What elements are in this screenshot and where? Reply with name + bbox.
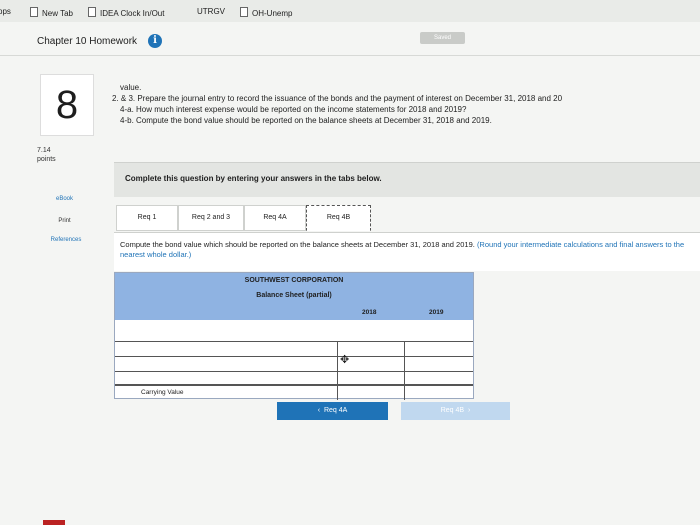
prev-label: Req 4A (323, 407, 348, 414)
bookmark-new-tab[interactable]: New Tab (30, 7, 73, 18)
bookmark-apps[interactable]: pps (0, 7, 11, 16)
prompt-line: 4-b. Compute the bond value should be re… (120, 116, 492, 125)
carrying-value-row: Carrying Value (115, 384, 473, 400)
tab-req-4a[interactable]: Req 4A (244, 205, 306, 231)
ebook-button[interactable]: eBook (42, 196, 87, 202)
question-prompt: value. 2. & 3. Prepare the journal entry… (112, 82, 700, 126)
bookmark-label: New Tab (42, 9, 73, 18)
company-name: SOUTHWEST CORPORATION (244, 277, 344, 284)
assignment-page: Chapter 10 Homework i Saved 8 value. 2. … (0, 22, 700, 525)
info-icon[interactable]: i (148, 34, 162, 48)
saved-badge: Saved (420, 32, 465, 44)
carrying-2019-input[interactable] (404, 386, 474, 400)
next-label: Req 4B (440, 407, 465, 414)
points-label: points (37, 156, 56, 163)
carrying-2018-input[interactable] (337, 386, 405, 400)
prev-req-button[interactable]: ‹ Req 4A (277, 402, 388, 420)
banner-text: Complete this question by entering your … (125, 174, 382, 183)
year-2019-header: 2019 (429, 309, 444, 316)
statement-subtitle: Balance Sheet (partial) (256, 292, 332, 299)
bookmark-idea-clock[interactable]: IDEA Clock In/Out (88, 7, 164, 18)
carrying-value-label: Carrying Value (141, 389, 184, 396)
instructions-banner: Complete this question by entering your … (114, 162, 700, 197)
table-row (115, 341, 473, 356)
row-label-input[interactable] (115, 342, 337, 356)
tab-bar: Req 1 Req 2 and 3 Req 4A Req 4B (114, 205, 700, 231)
balance-sheet-table: SOUTHWEST CORPORATION Balance Sheet (par… (114, 272, 474, 400)
requirement-instructions: Compute the bond value which should be r… (114, 232, 700, 271)
print-button[interactable]: Print (42, 218, 87, 224)
value-2019-input[interactable] (404, 357, 474, 371)
table-row (115, 356, 473, 371)
bookmark-label: IDEA Clock In/Out (100, 9, 165, 18)
prompt-line: value. (120, 83, 142, 92)
year-2018-header: 2018 (362, 309, 377, 316)
row-label-input[interactable] (115, 357, 337, 371)
mouse-cursor-icon: ✥ (340, 354, 350, 366)
references-button[interactable]: References (44, 237, 88, 243)
bookmark-oh-unemp[interactable]: OH-Unemp (240, 7, 292, 18)
page-icon (88, 7, 96, 17)
bookmark-label: OH-Unemp (252, 9, 293, 18)
tab-req-1[interactable]: Req 1 (116, 205, 178, 231)
instruction-main: Compute the bond value which should be r… (120, 240, 475, 249)
question-number: 8 (40, 74, 94, 136)
bookmarks-bar: pps New Tab IDEA Clock In/Out UTRGV OH-U… (0, 0, 700, 23)
page-icon (240, 7, 248, 17)
balance-sheet-header: SOUTHWEST CORPORATION Balance Sheet (par… (115, 273, 473, 320)
next-req-button[interactable]: Req 4B › (401, 402, 510, 420)
instruction-text: Compute the bond value which should be r… (120, 240, 690, 260)
tab-req-4b[interactable]: Req 4B (306, 205, 371, 231)
page-icon (30, 7, 38, 17)
points-info: 7.14 points (37, 146, 56, 164)
value-2019-input[interactable] (404, 342, 474, 356)
brand-logo (43, 520, 65, 525)
bookmark-utrgv[interactable]: UTRGV (197, 7, 225, 16)
prompt-line: 4-a. How much interest expense would be … (120, 105, 467, 114)
page-title: Chapter 10 Homework (37, 36, 138, 47)
prompt-line: 2. & 3. Prepare the journal entry to rec… (112, 94, 563, 103)
tab-req-2-and-3[interactable]: Req 2 and 3 (178, 205, 244, 231)
points-value: 7.14 (37, 147, 51, 154)
divider (0, 55, 700, 56)
